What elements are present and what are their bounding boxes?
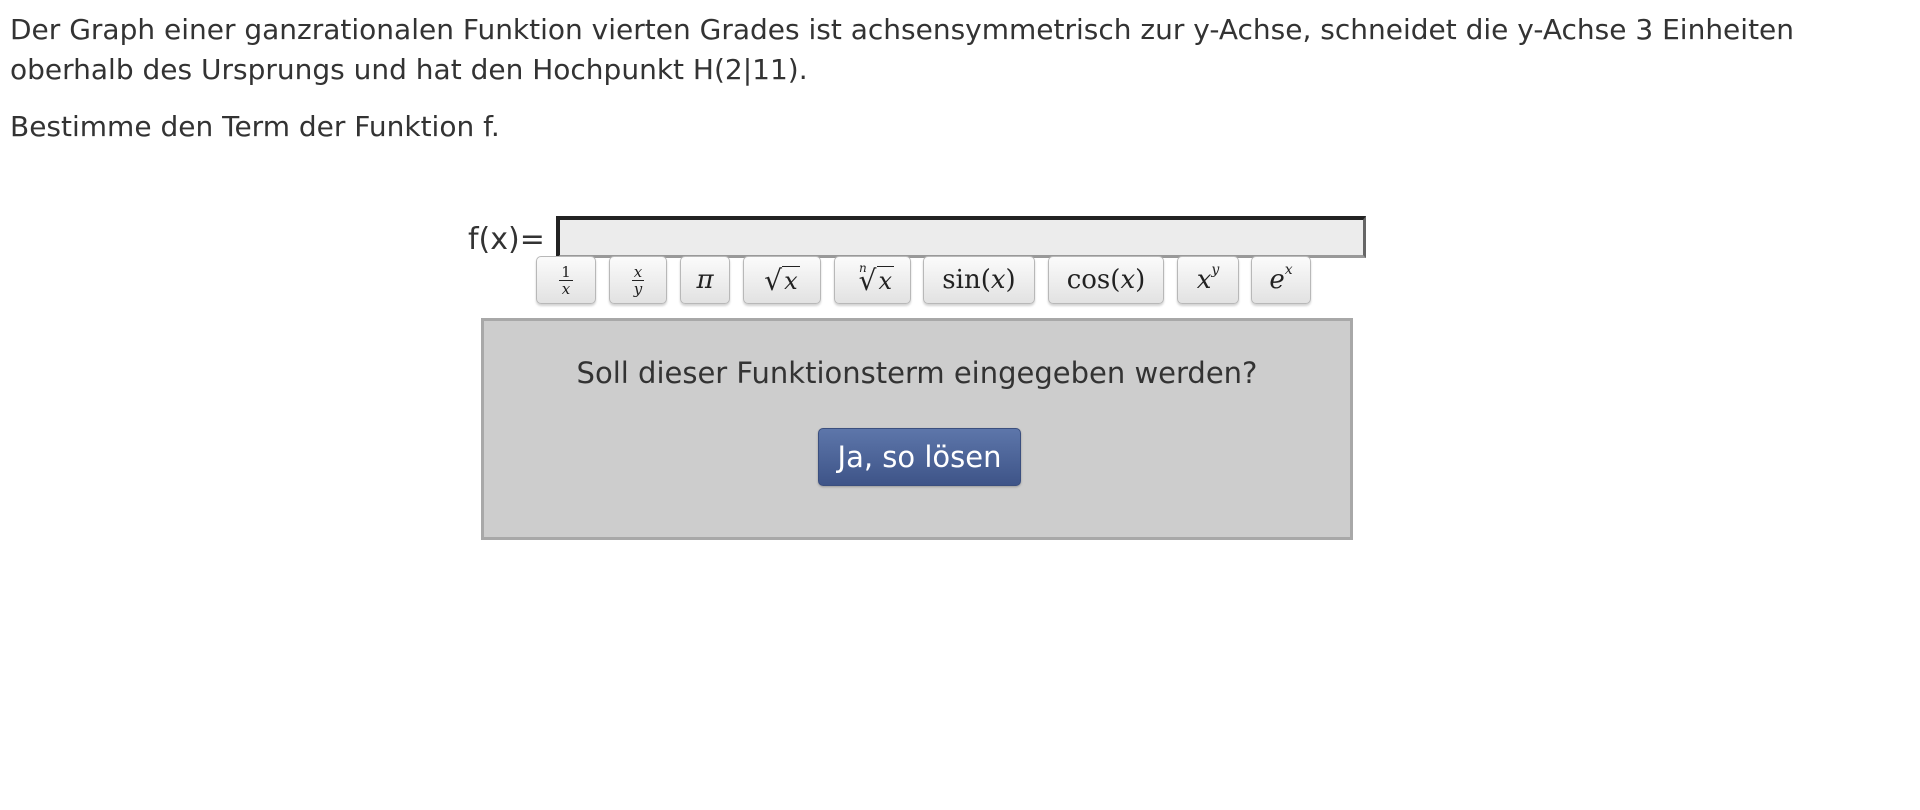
cosine-key[interactable]: cos(x) xyxy=(1048,256,1164,304)
reciprocal-key[interactable]: 1x xyxy=(536,256,596,304)
confirm-question: Soll dieser Funktionsterm eingegeben wer… xyxy=(576,356,1258,390)
task-instruction: Bestimme den Term der Funktion f. xyxy=(10,110,500,143)
power-key[interactable]: xy xyxy=(1177,256,1239,304)
sine-key[interactable]: sin(x) xyxy=(923,256,1035,304)
confirm-panel: Soll dieser Funktionsterm eingegeben wer… xyxy=(481,318,1353,540)
exponential-key[interactable]: ex xyxy=(1251,256,1311,304)
function-label: f(x)= xyxy=(468,222,545,257)
nth-root-key[interactable]: n √ x xyxy=(834,256,911,304)
square-root-key[interactable]: √ x xyxy=(743,256,821,304)
function-term-input[interactable] xyxy=(556,216,1366,258)
pi-key[interactable]: π xyxy=(680,256,730,304)
fraction-key[interactable]: xy xyxy=(609,256,667,304)
solve-button[interactable]: Ja, so lösen xyxy=(818,428,1021,486)
task-text: Der Graph einer ganzrationalen Funktion … xyxy=(10,13,1795,86)
